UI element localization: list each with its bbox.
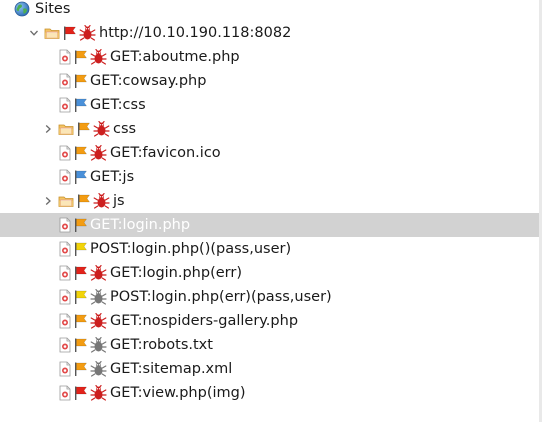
red-flag-icon bbox=[73, 381, 89, 405]
page-icon bbox=[58, 333, 72, 357]
tree-node[interactable]: GET:cowsay.php bbox=[0, 69, 542, 93]
blue-flag-icon bbox=[73, 165, 89, 189]
tree-node[interactable]: GET:robots.txt bbox=[0, 333, 542, 357]
gray-bug-icon bbox=[90, 333, 107, 357]
orange-flag-icon bbox=[73, 333, 89, 357]
orange-flag-icon bbox=[73, 141, 89, 165]
chevron-right-icon[interactable] bbox=[42, 117, 54, 141]
tree-node-label: js bbox=[113, 193, 125, 209]
chevron-down-icon[interactable] bbox=[28, 21, 40, 45]
red-bug-icon bbox=[90, 381, 107, 405]
gray-bug-icon bbox=[90, 285, 107, 309]
gray-bug-icon bbox=[90, 357, 107, 381]
red-bug-icon bbox=[90, 309, 107, 333]
red-flag-icon bbox=[73, 261, 89, 285]
orange-flag-icon bbox=[76, 189, 92, 213]
page-icon bbox=[58, 45, 72, 69]
red-bug-icon bbox=[90, 141, 107, 165]
tree-node-label: GET:favicon.ico bbox=[110, 145, 221, 161]
red-flag-icon bbox=[62, 21, 78, 45]
tree-node[interactable]: GET:login.php bbox=[0, 213, 542, 237]
tree-node-label: http://10.10.190.118:8082 bbox=[99, 25, 292, 41]
orange-flag-icon bbox=[73, 45, 89, 69]
orange-flag-icon bbox=[73, 69, 89, 93]
page-icon bbox=[58, 213, 72, 237]
page-icon bbox=[58, 165, 72, 189]
page-icon bbox=[58, 261, 72, 285]
tree-site-node[interactable]: http://10.10.190.118:8082 bbox=[0, 21, 542, 45]
page-icon bbox=[58, 141, 72, 165]
red-bug-icon bbox=[90, 261, 107, 285]
tree-node-label: GET:aboutme.php bbox=[110, 49, 240, 65]
tree-node[interactable]: GET:css bbox=[0, 93, 542, 117]
tree-node-label: GET:view.php(img) bbox=[110, 385, 246, 401]
page-icon bbox=[58, 237, 72, 261]
tree-node-label: GET:login.php bbox=[90, 217, 191, 233]
tree-node-label: GET:nospiders-gallery.php bbox=[110, 313, 299, 329]
page-icon bbox=[58, 285, 72, 309]
tree-node[interactable]: POST:login.php(err)(pass,user) bbox=[0, 285, 542, 309]
tree-node[interactable]: GET:aboutme.php bbox=[0, 45, 542, 69]
tree-node-label: GET:login.php(err) bbox=[110, 265, 242, 281]
tree-node-label: POST:login.php()(pass,user) bbox=[90, 241, 292, 257]
red-bug-icon bbox=[90, 45, 107, 69]
tree-node[interactable]: GET:sitemap.xml bbox=[0, 357, 542, 381]
page-icon bbox=[58, 69, 72, 93]
tree-node[interactable]: POST:login.php()(pass,user) bbox=[0, 237, 542, 261]
folder-icon bbox=[58, 117, 75, 141]
page-icon bbox=[58, 381, 72, 405]
folder-icon bbox=[58, 189, 75, 213]
tree-node[interactable]: GET:login.php(err) bbox=[0, 261, 542, 285]
page-icon bbox=[58, 357, 72, 381]
blue-flag-icon bbox=[73, 93, 89, 117]
tree-node-label: GET:cowsay.php bbox=[90, 73, 207, 89]
red-bug-icon bbox=[93, 189, 110, 213]
tree-node-label: Sites bbox=[35, 1, 71, 17]
page-icon bbox=[58, 309, 72, 333]
tree-node[interactable]: js bbox=[0, 189, 542, 213]
tree-node-label: GET:css bbox=[90, 97, 146, 113]
tree-node-label: GET:robots.txt bbox=[110, 337, 213, 353]
tree-node[interactable]: GET:view.php(img) bbox=[0, 381, 542, 405]
orange-flag-icon bbox=[76, 117, 92, 141]
tree-node[interactable]: css bbox=[0, 117, 542, 141]
tree-node-label: GET:js bbox=[90, 169, 135, 185]
tree-node[interactable]: GET:js bbox=[0, 165, 542, 189]
chevron-right-icon[interactable] bbox=[42, 189, 54, 213]
page-icon bbox=[58, 93, 72, 117]
tree-node-label: POST:login.php(err)(pass,user) bbox=[110, 289, 332, 305]
folder-icon bbox=[44, 21, 61, 45]
sites-tree: Sites http://10.10.190.118:8082 GET:aboutm… bbox=[0, 0, 542, 422]
yellow-flag-icon bbox=[73, 237, 89, 261]
tree-root-node[interactable]: Sites bbox=[0, 0, 542, 21]
red-bug-icon bbox=[79, 21, 96, 45]
tree-node[interactable]: GET:nospiders-gallery.php bbox=[0, 309, 542, 333]
tree-node-label: GET:sitemap.xml bbox=[110, 361, 233, 377]
globe-icon bbox=[14, 0, 30, 21]
tree-node[interactable]: GET:favicon.ico bbox=[0, 141, 542, 165]
orange-flag-icon bbox=[73, 309, 89, 333]
yellow-flag-icon bbox=[73, 285, 89, 309]
red-bug-icon bbox=[93, 117, 110, 141]
orange-flag-icon bbox=[73, 213, 89, 237]
orange-flag-icon bbox=[73, 357, 89, 381]
tree-node-label: css bbox=[113, 121, 137, 137]
